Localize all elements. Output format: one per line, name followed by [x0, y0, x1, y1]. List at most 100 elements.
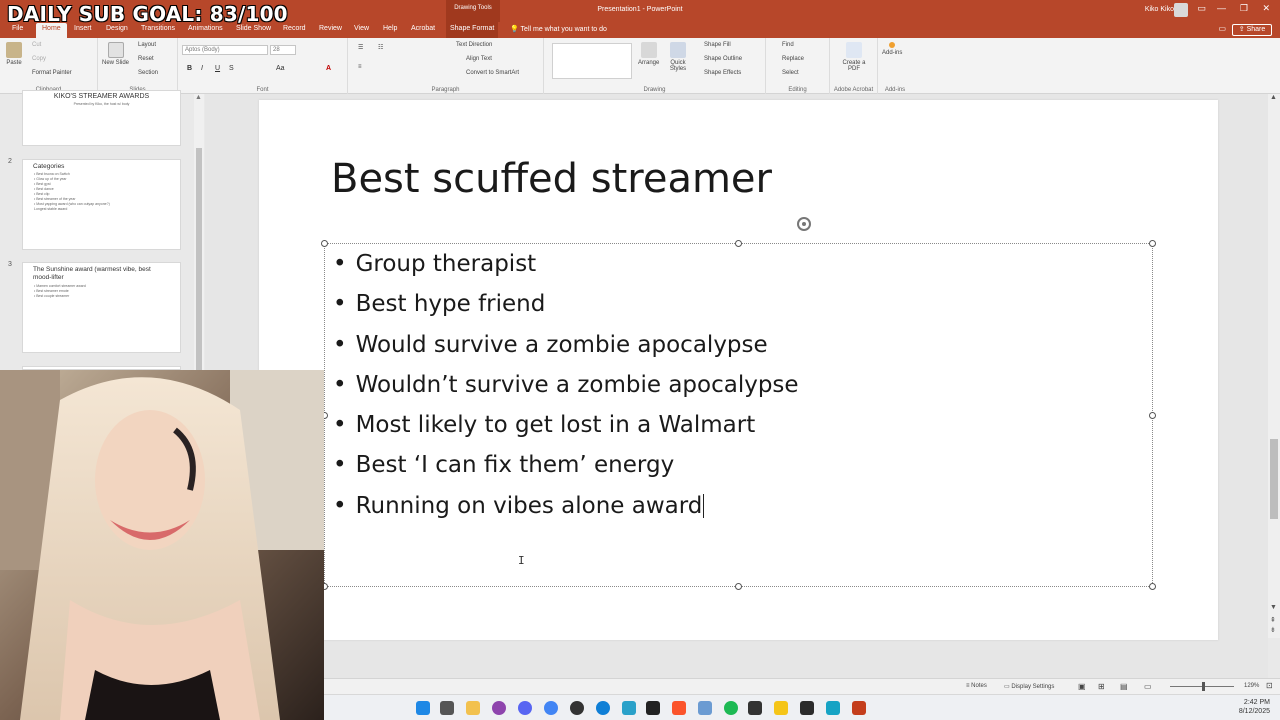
app-icon[interactable]	[826, 701, 840, 715]
text-direction-button[interactable]: Text Direction	[456, 42, 492, 48]
bullet-item[interactable]: • Best ‘I can fix them’ energy	[333, 447, 799, 487]
resize-handle[interactable]	[1149, 412, 1156, 419]
normal-view-icon[interactable]: ▣	[1078, 682, 1086, 691]
notes-button[interactable]: ≡ Notes	[966, 683, 987, 689]
numbering-icon[interactable]: ☷	[378, 44, 383, 51]
addins-button[interactable]: Add-ins	[882, 42, 902, 56]
tab-transitions[interactable]: Transitions	[141, 25, 175, 32]
shape-fill-button[interactable]: Shape Fill	[704, 42, 731, 48]
resize-handle[interactable]	[1149, 583, 1156, 590]
app-icon[interactable]	[698, 701, 712, 715]
change-case-button[interactable]: Aa	[276, 65, 285, 72]
file-explorer-icon[interactable]	[466, 701, 480, 715]
zoom-level[interactable]: 129%	[1244, 683, 1259, 689]
content-textbox[interactable]: • Group therapist • Best hype friend • Woul…	[321, 217, 1156, 590]
bullet-item[interactable]: • Wouldn’t survive a zombie apocalypse	[333, 367, 799, 407]
reset-button[interactable]: Reset	[138, 56, 154, 62]
bullet-item[interactable]: • Would survive a zombie apocalypse	[333, 327, 799, 367]
previous-slide-icon[interactable]: ⇞	[1270, 616, 1276, 624]
resize-handle[interactable]	[1149, 240, 1156, 247]
scroll-up-icon[interactable]: ▲	[1270, 94, 1277, 101]
start-icon[interactable]	[416, 701, 430, 715]
underline-button[interactable]: U	[215, 65, 220, 72]
discord-icon[interactable]	[518, 701, 532, 715]
tab-slideshow[interactable]: Slide Show	[236, 25, 271, 32]
slide-title[interactable]: Best scuffed streamer	[331, 156, 772, 202]
shapes-gallery[interactable]	[552, 43, 632, 79]
scroll-up-icon[interactable]: ▲	[195, 94, 202, 101]
arrange-button[interactable]: Arrange	[638, 42, 659, 66]
vertical-scrollbar[interactable]: ▲ ▼ ⇞ ⇟	[1268, 94, 1280, 638]
tab-acrobat[interactable]: Acrobat	[411, 25, 435, 32]
align-left-icon[interactable]: ≡	[358, 64, 362, 70]
bullet-item[interactable]: • Best hype friend	[333, 286, 799, 326]
spotify-icon[interactable]	[724, 701, 738, 715]
tab-record[interactable]: Record	[283, 25, 306, 32]
rotate-handle-icon[interactable]	[797, 217, 811, 231]
section-button[interactable]: Section	[138, 70, 158, 76]
font-name-field[interactable]: Aptos (Body)	[182, 45, 268, 55]
copy-button[interactable]: Copy	[32, 56, 46, 62]
layout-button[interactable]: Layout	[138, 42, 156, 48]
obs-icon[interactable]	[570, 701, 584, 715]
next-slide-icon[interactable]: ⇟	[1270, 626, 1276, 634]
select-button[interactable]: Select	[782, 70, 799, 76]
replace-button[interactable]: Replace	[782, 56, 804, 62]
tab-file[interactable]: File	[12, 25, 23, 32]
slide-thumbnail-1[interactable]: KIKO'S STREAMER AWARDS Presented by Kiko…	[22, 90, 181, 146]
bold-button[interactable]: B	[187, 65, 192, 72]
tab-review[interactable]: Review	[319, 25, 342, 32]
powerpoint-icon[interactable]	[852, 701, 866, 715]
paste-button[interactable]: Paste	[6, 42, 22, 66]
slide-thumbnail-2[interactable]: Categories • Best bsona on Switch • Glow…	[22, 159, 181, 250]
chrome-icon[interactable]	[544, 701, 558, 715]
brave-icon[interactable]	[672, 701, 686, 715]
resize-handle[interactable]	[321, 240, 328, 247]
terminal-icon[interactable]	[800, 701, 814, 715]
scroll-down-icon[interactable]: ▼	[1270, 604, 1277, 611]
thumbnail-scrollbar[interactable]: ▲	[194, 94, 204, 370]
font-color-icon[interactable]: A	[326, 65, 331, 72]
shadow-button[interactable]: S	[229, 65, 234, 72]
display-settings-button[interactable]: ▭ Display Settings	[1004, 683, 1054, 690]
slide-sorter-icon[interactable]: ⊞	[1098, 682, 1105, 691]
scrollbar-thumb[interactable]	[196, 148, 202, 370]
tab-view[interactable]: View	[354, 25, 369, 32]
bullet-item[interactable]: • Group therapist	[333, 246, 799, 286]
user-name[interactable]: Kiko Kiko	[1145, 6, 1174, 13]
edge-icon[interactable]	[596, 701, 610, 715]
tab-design[interactable]: Design	[106, 25, 128, 32]
app-icon[interactable]	[622, 701, 636, 715]
create-pdf-button[interactable]: Create a PDF	[842, 42, 866, 72]
italic-button[interactable]: I	[201, 65, 203, 72]
tab-insert[interactable]: Insert	[74, 25, 92, 32]
shape-effects-button[interactable]: Shape Effects	[704, 70, 741, 76]
font-size-field[interactable]: 28	[270, 45, 296, 55]
format-painter-button[interactable]: Format Painter	[32, 70, 72, 76]
share-button[interactable]: ⇪ Share	[1232, 24, 1272, 36]
restore-button[interactable]: ❐	[1240, 3, 1248, 14]
slideshow-icon[interactable]: ▭	[1144, 682, 1152, 691]
bullet-item[interactable]: • Most likely to get lost in a Walmart	[333, 407, 799, 447]
minimize-button[interactable]: —	[1217, 3, 1226, 13]
tab-animations[interactable]: Animations	[188, 25, 223, 32]
app-icon[interactable]	[774, 701, 788, 715]
tell-me-search[interactable]: 💡 Tell me what you want to do	[510, 25, 607, 33]
bullets-icon[interactable]: ☰	[358, 44, 363, 51]
app-icon[interactable]	[646, 701, 660, 715]
scrollbar-thumb[interactable]	[1270, 439, 1278, 519]
bullet-item[interactable]: • Running on vibes alone award	[333, 488, 799, 528]
fit-slide-icon[interactable]: ⊡	[1266, 681, 1273, 690]
resize-handle[interactable]	[735, 583, 742, 590]
close-button[interactable]: ✕	[1262, 3, 1270, 14]
cut-button[interactable]: Cut	[32, 42, 41, 48]
reading-view-icon[interactable]: ▤	[1120, 682, 1128, 691]
comments-icon[interactable]: ▭	[1218, 24, 1226, 33]
smartart-button[interactable]: Convert to SmartArt	[466, 70, 519, 76]
quick-styles-button[interactable]: Quick Styles	[666, 42, 690, 72]
slide[interactable]: Best scuffed streamer • Group therapist •…	[259, 100, 1218, 640]
tab-shape-format[interactable]: Shape Format	[446, 22, 499, 38]
zoom-slider-thumb[interactable]	[1202, 682, 1205, 691]
tab-help[interactable]: Help	[383, 25, 397, 32]
align-text-button[interactable]: Align Text	[466, 56, 492, 62]
